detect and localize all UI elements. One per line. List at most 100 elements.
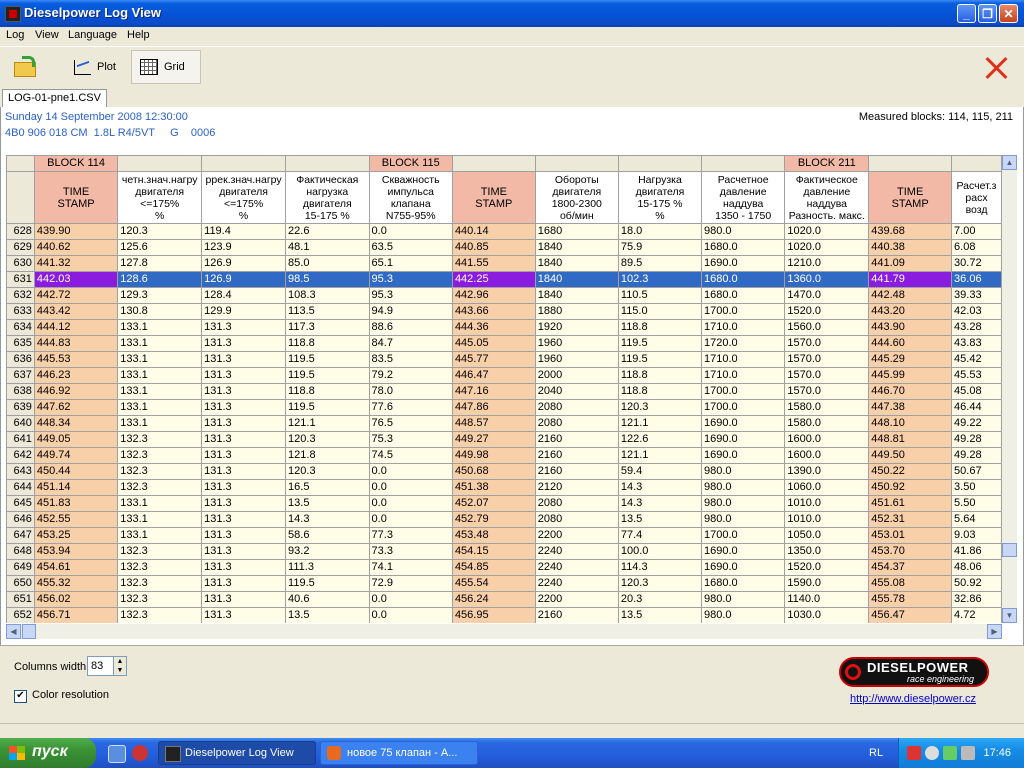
table-cell[interactable]: 48.1 — [285, 239, 370, 256]
table-cell[interactable]: 0.0 — [368, 511, 453, 528]
table-cell[interactable]: 49.28 — [951, 431, 1002, 448]
table-cell[interactable]: 119.5 — [285, 575, 370, 592]
open-file-button[interactable] — [6, 50, 44, 84]
table-cell[interactable]: 30.72 — [951, 255, 1002, 272]
timestamp-cell[interactable]: 448.34 — [33, 415, 119, 432]
table-cell[interactable]: 1050.0 — [784, 527, 870, 544]
table-cell[interactable]: 110.5 — [617, 287, 703, 304]
table-cell[interactable]: 73.3 — [368, 543, 453, 560]
table-cell[interactable]: 77.3 — [368, 527, 453, 544]
timestamp-cell[interactable]: 444.12 — [33, 319, 119, 336]
table-cell[interactable]: 45.08 — [951, 383, 1002, 400]
table-cell[interactable]: 63.5 — [368, 239, 453, 256]
table-cell[interactable]: 36.06 — [951, 271, 1002, 288]
timestamp-cell[interactable]: 442.72 — [33, 287, 119, 304]
table-cell[interactable]: 14.3 — [617, 479, 703, 496]
scroll-up-icon[interactable]: ▲ — [1002, 155, 1017, 170]
table-cell[interactable]: 1570.0 — [784, 383, 870, 400]
table-cell[interactable]: 72.9 — [368, 575, 453, 592]
timestamp-cell[interactable]: 456.24 — [451, 591, 536, 608]
table-row[interactable]: 637 446.23 133.1 131.3 119.5 79.2 446.47 2000 11… — [6, 367, 1002, 384]
table-cell[interactable]: 117.3 — [285, 319, 370, 336]
table-cell[interactable]: 132.3 — [117, 463, 203, 480]
quicklaunch-explorer-icon[interactable] — [108, 745, 126, 763]
table-cell[interactable]: 94.9 — [368, 303, 453, 320]
table-cell[interactable]: 40.6 — [285, 591, 370, 608]
timestamp-cell[interactable]: 440.62 — [33, 239, 119, 256]
timestamp-cell[interactable]: 451.38 — [451, 479, 536, 496]
color-resolution-checkbox[interactable]: ✔ — [14, 690, 27, 703]
table-cell[interactable]: 1600.0 — [784, 447, 870, 464]
table-cell[interactable]: 131.3 — [201, 399, 287, 416]
table-row[interactable]: 635 444.83 133.1 131.3 118.8 84.7 445.05 1960 11… — [6, 335, 1002, 352]
table-cell[interactable]: 119.5 — [285, 351, 370, 368]
table-cell[interactable]: 0.0 — [368, 591, 453, 608]
timestamp-cell[interactable]: 445.53 — [33, 351, 119, 368]
table-row[interactable]: 651 456.02 132.3 131.3 40.6 0.0 456.24 2200 20.3… — [6, 591, 1002, 608]
table-cell[interactable]: 1840 — [534, 239, 619, 256]
table-cell[interactable]: 131.3 — [201, 367, 287, 384]
table-cell[interactable]: 1690.0 — [701, 255, 786, 272]
table-cell[interactable]: 13.5 — [285, 607, 370, 623]
table-cell[interactable]: 1690.0 — [701, 447, 786, 464]
table-cell[interactable]: 50.92 — [951, 575, 1002, 592]
timestamp-cell[interactable]: 444.36 — [451, 319, 536, 336]
table-row[interactable]: 634 444.12 133.1 131.3 117.3 88.6 444.36 1920 11… — [6, 319, 1002, 336]
table-cell[interactable]: 129.3 — [117, 287, 203, 304]
table-cell[interactable]: 2120 — [534, 479, 619, 496]
table-cell[interactable]: 131.3 — [201, 591, 287, 608]
timestamp-cell[interactable]: 439.90 — [33, 223, 119, 240]
timestamp-cell[interactable]: 453.01 — [868, 527, 953, 544]
table-cell[interactable]: 131.3 — [201, 495, 287, 512]
menu-log[interactable]: Log — [6, 29, 24, 41]
table-cell[interactable]: 131.3 — [201, 383, 287, 400]
table-cell[interactable]: 119.5 — [285, 367, 370, 384]
table-cell[interactable]: 1580.0 — [784, 415, 870, 432]
table-row[interactable]: 646 452.55 133.1 131.3 14.3 0.0 452.79 2080 13.5… — [6, 511, 1002, 528]
table-cell[interactable]: 980.0 — [701, 607, 786, 623]
table-cell[interactable]: 1570.0 — [784, 335, 870, 352]
website-link[interactable]: http://www.dieselpower.cz — [850, 693, 976, 705]
row-number[interactable]: 633 — [6, 303, 35, 320]
row-number[interactable]: 637 — [6, 367, 35, 384]
table-cell[interactable]: 1690.0 — [701, 431, 786, 448]
table-cell[interactable]: 49.22 — [951, 415, 1002, 432]
column-header[interactable]: Фактическая нагрузка двигателя 15-175 % — [285, 171, 370, 224]
timestamp-cell[interactable]: 453.48 — [451, 527, 536, 544]
table-cell[interactable]: 9.03 — [951, 527, 1002, 544]
table-cell[interactable]: 41.86 — [951, 543, 1002, 560]
row-number[interactable]: 635 — [6, 335, 35, 352]
timestamp-cell[interactable]: 441.09 — [868, 255, 953, 272]
table-row[interactable]: 645 451.83 133.1 131.3 13.5 0.0 452.07 2080 14.3… — [6, 495, 1002, 512]
table-cell[interactable]: 95.3 — [368, 287, 453, 304]
table-cell[interactable]: 1030.0 — [784, 607, 870, 623]
table-cell[interactable]: 118.8 — [617, 383, 703, 400]
table-cell[interactable]: 1060.0 — [784, 479, 870, 496]
timestamp-cell[interactable]: 454.37 — [868, 559, 953, 576]
row-number[interactable]: 645 — [6, 495, 35, 512]
table-cell[interactable]: 45.42 — [951, 351, 1002, 368]
table-cell[interactable]: 43.83 — [951, 335, 1002, 352]
menu-help[interactable]: Help — [127, 29, 150, 41]
timestamp-cell[interactable]: 451.83 — [33, 495, 119, 512]
table-cell[interactable]: 118.8 — [285, 335, 370, 352]
timestamp-cell[interactable]: 448.10 — [868, 415, 953, 432]
timestamp-header[interactable]: TIME STAMP — [451, 171, 536, 224]
table-cell[interactable]: 131.3 — [201, 463, 287, 480]
table-row[interactable]: 644 451.14 132.3 131.3 16.5 0.0 451.38 2120 14.3… — [6, 479, 1002, 496]
table-cell[interactable]: 980.0 — [701, 463, 786, 480]
timestamp-cell[interactable]: 456.71 — [33, 607, 119, 623]
table-cell[interactable]: 0.0 — [368, 495, 453, 512]
table-cell[interactable]: 1840 — [534, 287, 619, 304]
table-cell[interactable]: 132.3 — [117, 559, 203, 576]
table-cell[interactable]: 1920 — [534, 319, 619, 336]
table-row[interactable]: 630 441.32 127.8 126.9 85.0 65.1 441.55 1840 89.… — [6, 255, 1002, 272]
table-cell[interactable]: 121.8 — [285, 447, 370, 464]
table-cell[interactable]: 118.8 — [285, 383, 370, 400]
vertical-scrollbar[interactable]: ▲ ▼ — [1002, 155, 1017, 623]
scroll-left-icon[interactable]: ◀ — [6, 624, 21, 639]
table-cell[interactable]: 1390.0 — [784, 463, 870, 480]
table-cell[interactable]: 132.3 — [117, 575, 203, 592]
timestamp-cell[interactable]: 441.79 — [868, 271, 953, 288]
table-cell[interactable]: 1710.0 — [701, 351, 786, 368]
